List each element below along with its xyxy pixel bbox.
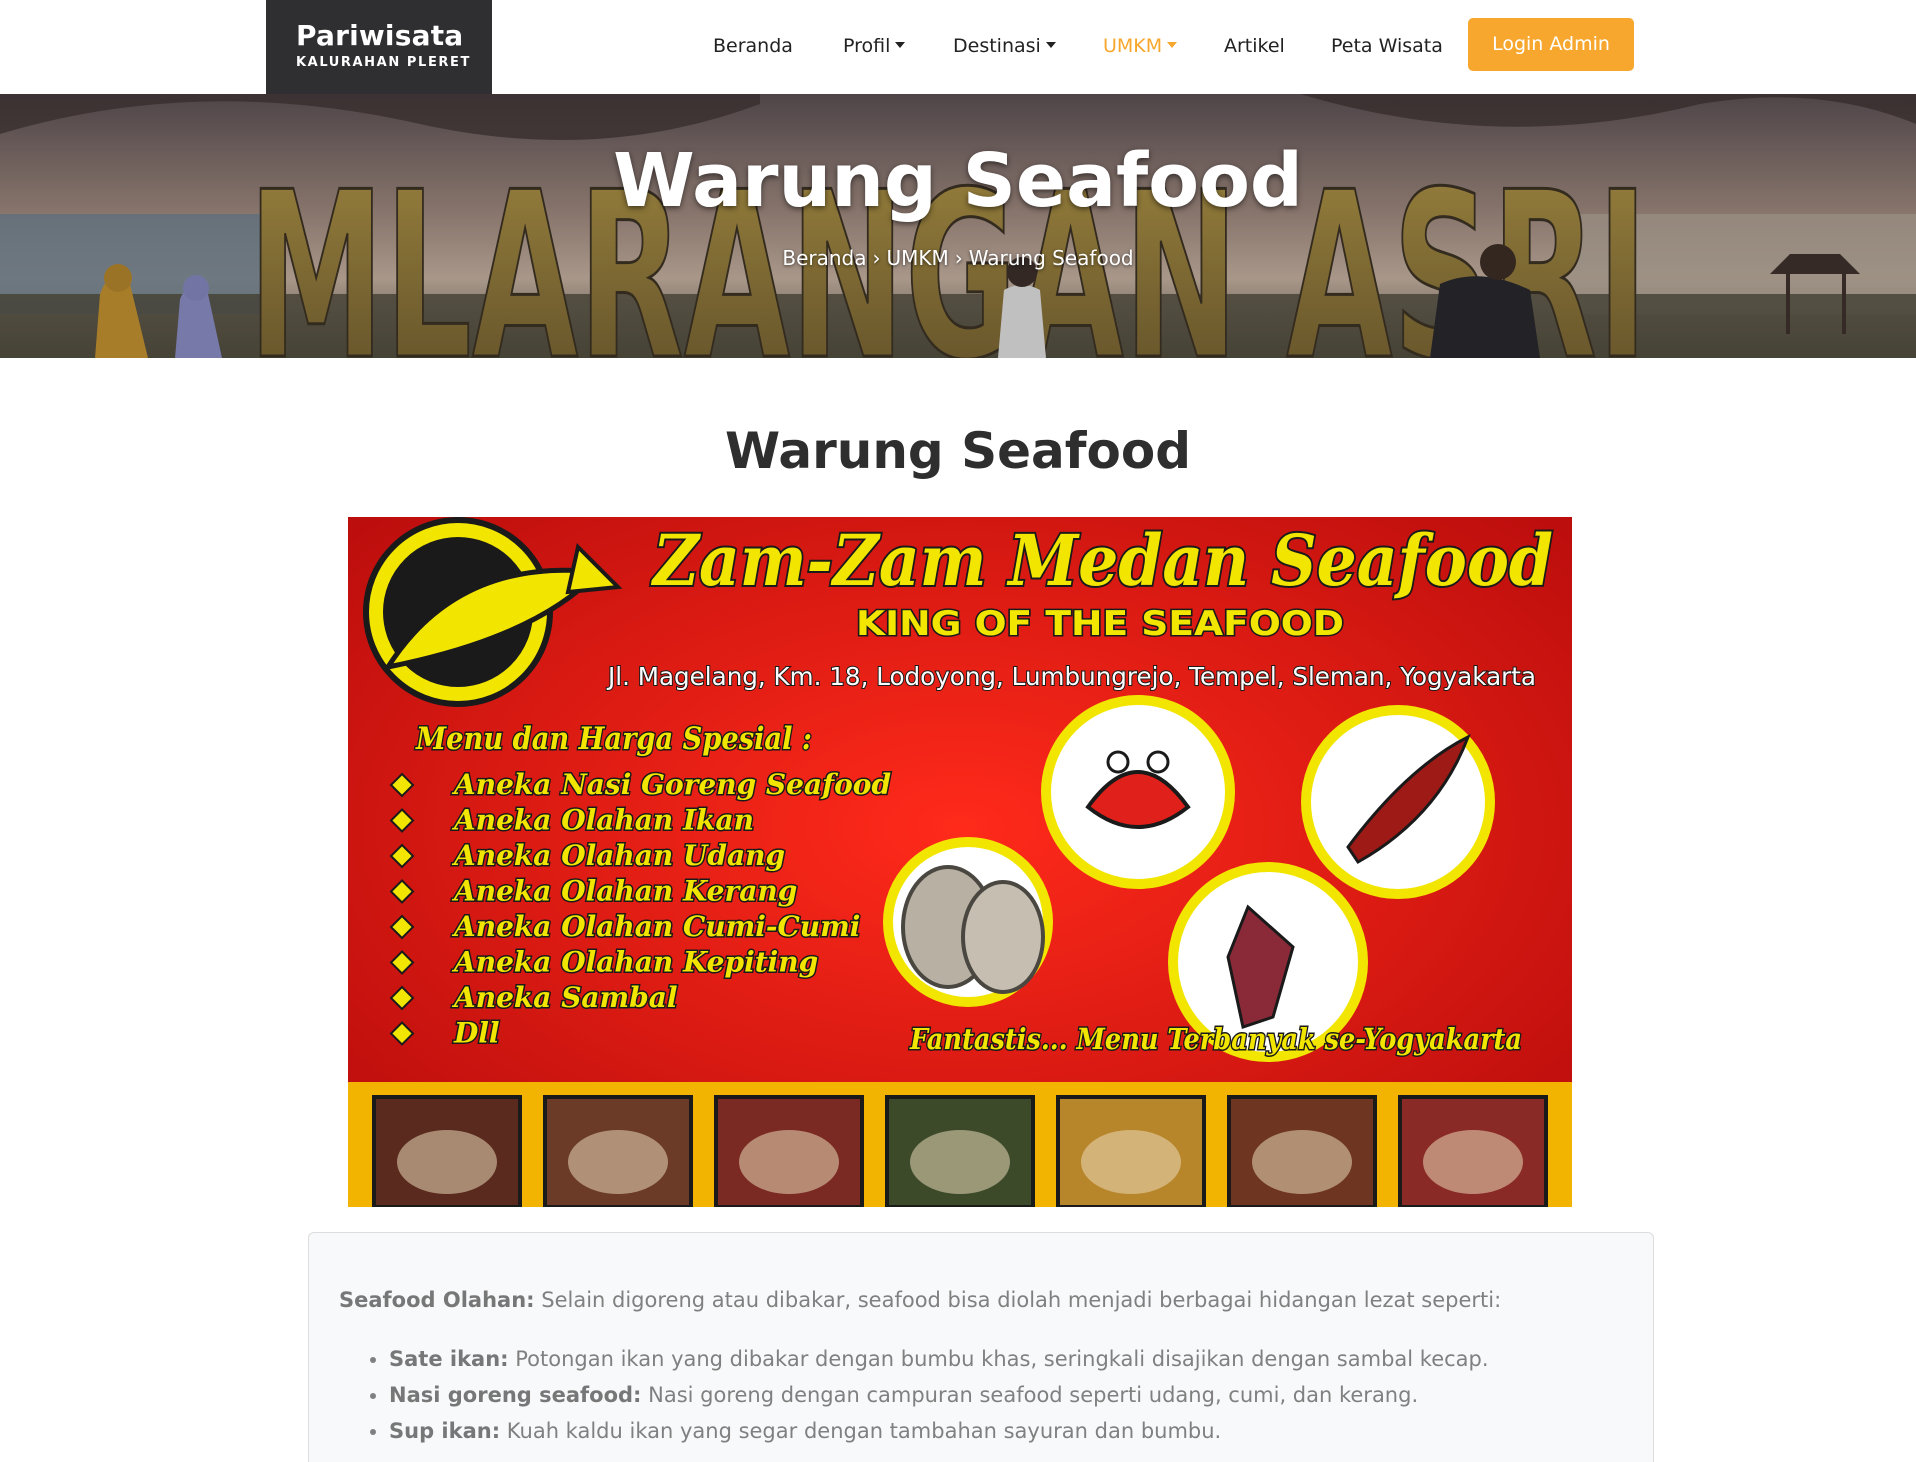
banner-menu-item: Aneka Olahan Udang	[451, 839, 785, 872]
list-item: Sate ikan: Potongan ikan yang dibakar de…	[389, 1341, 1653, 1377]
hero-overlay	[0, 94, 1916, 358]
list-item-text: Potongan ikan yang dibakar dengan bumbu …	[508, 1347, 1489, 1371]
nav-item-label: Beranda	[713, 35, 793, 57]
breadcrumb-umkm[interactable]: UMKM	[887, 246, 949, 270]
caret-down-icon	[895, 42, 906, 48]
list-item: Sup ikan: Kuah kaldu ikan yang segar den…	[389, 1413, 1653, 1449]
banner-menu-item: Aneka Nasi Goreng Seafood	[451, 768, 891, 801]
breadcrumb-beranda[interactable]: Beranda	[782, 246, 866, 270]
login-admin-button[interactable]: Login Admin	[1468, 18, 1634, 71]
chevron-right-icon: ›	[954, 246, 963, 270]
banner-menu-title: Menu dan Harga Spesial :	[415, 721, 812, 757]
nav-item-label: Profil	[843, 35, 891, 57]
top-navbar: Pariwisata KALURAHAN PLERET Beranda Prof…	[0, 0, 1916, 94]
nav-item-label: Peta Wisata	[1331, 35, 1443, 57]
nav-item-destinasi[interactable]: Destinasi	[953, 33, 1056, 59]
banner-menu-item: Aneka Olahan Kepiting	[451, 946, 818, 979]
breadcrumb: Beranda › UMKM › Warung Seafood	[0, 244, 1916, 272]
intro-bold: Seafood Olahan:	[339, 1288, 535, 1312]
nav-item-artikel[interactable]: Artikel	[1224, 33, 1285, 59]
nav-item-label: Artikel	[1224, 35, 1285, 57]
nav-menu: Beranda Profil Destinasi UMKM Artikel Pe…	[0, 0, 1916, 94]
banner-menu-item: Aneka Olahan Cumi-Cumi	[451, 910, 860, 943]
nav-item-peta-wisata[interactable]: Peta Wisata	[1331, 33, 1443, 59]
nav-item-umkm[interactable]: UMKM	[1103, 33, 1178, 59]
caret-down-icon	[1167, 42, 1178, 48]
banner-address: Jl. Magelang, Km. 18, Lodoyong, Lumbungr…	[606, 662, 1536, 691]
banner-menu-item: Aneka Sambal	[451, 981, 678, 1014]
nav-item-profil[interactable]: Profil	[843, 33, 906, 59]
list-item-text: Kuah kaldu ikan yang segar dengan tambah…	[500, 1419, 1222, 1443]
banner-heading: Zam-Zam Medan Seafood	[650, 519, 1553, 602]
hero-title: Warung Seafood	[613, 138, 1303, 224]
list-item-bold: Sate ikan:	[389, 1347, 509, 1371]
list-item-bold: Nasi goreng seafood:	[389, 1383, 642, 1407]
banner-artwork: Zam-Zam Medan Seafood KING OF THE SEAFOO…	[348, 517, 1572, 1207]
breadcrumb-current: Warung Seafood	[968, 246, 1134, 270]
food-plate	[910, 1130, 1010, 1194]
banner-menu-item: Aneka Olahan Kerang	[451, 875, 797, 908]
umkm-banner-image: Zam-Zam Medan Seafood KING OF THE SEAFOO…	[348, 517, 1572, 1207]
list-item-text: Nasi goreng dengan campuran seafood sepe…	[641, 1383, 1419, 1407]
intro-text: Selain digoreng atau dibakar, seafood bi…	[534, 1288, 1502, 1312]
food-plate	[739, 1130, 839, 1194]
food-photo-strip	[372, 1095, 1548, 1207]
list-item-bold: Sup ikan:	[389, 1419, 501, 1443]
caret-down-icon	[1045, 42, 1056, 48]
food-plate	[1081, 1130, 1181, 1194]
list-item: Nasi goreng seafood: Nasi goreng dengan …	[389, 1377, 1653, 1413]
banner-menu-item: Aneka Olahan Ikan	[451, 804, 754, 837]
food-plate	[1252, 1130, 1352, 1194]
description-intro: Seafood Olahan: Selain digoreng atau dib…	[339, 1285, 1653, 1315]
description-card: Seafood Olahan: Selain digoreng atau dib…	[308, 1232, 1654, 1462]
banner-tagline: KING OF THE SEAFOOD	[856, 604, 1344, 644]
banner-slogan: Fantastis... Menu Terbanyak se-Yogyakart…	[909, 1022, 1522, 1056]
nav-item-beranda[interactable]: Beranda	[713, 33, 793, 59]
chevron-right-icon: ›	[872, 246, 881, 270]
page-title: Warung Seafood	[724, 422, 1192, 480]
food-plate	[1423, 1130, 1523, 1194]
nav-item-label: Destinasi	[953, 35, 1041, 57]
description-list: Sate ikan: Potongan ikan yang dibakar de…	[339, 1341, 1653, 1449]
food-plate	[568, 1130, 668, 1194]
hero-banner: MLARANGAN ASRI Warung Seafood Beranda › UM…	[0, 94, 1916, 358]
nav-item-label: UMKM	[1103, 35, 1163, 57]
banner-menu-item: Dll	[453, 1017, 500, 1050]
food-plate	[397, 1130, 497, 1194]
